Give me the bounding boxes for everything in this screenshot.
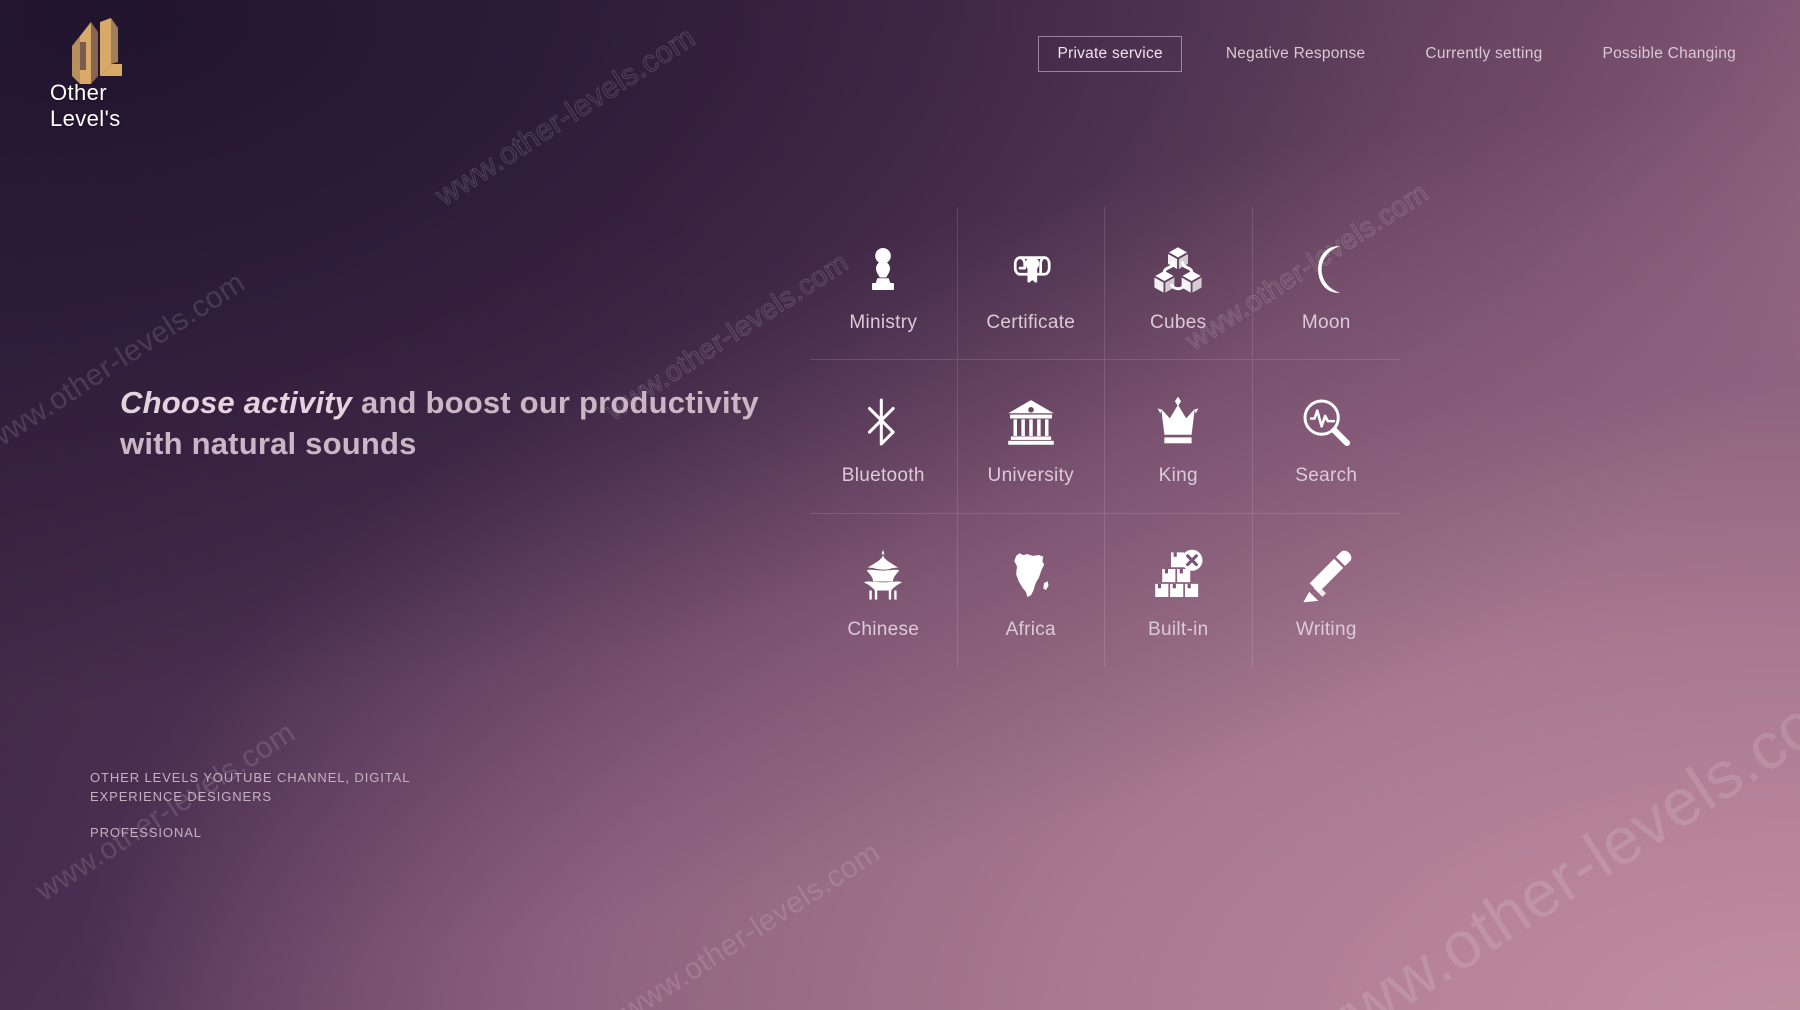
brand-logo[interactable]: Other Level's [50, 18, 240, 148]
pagoda-icon [846, 539, 920, 613]
activity-label: Ministry [849, 312, 918, 334]
activity-cell-university[interactable]: University [957, 360, 1105, 514]
nav-item-negative-response[interactable]: Negative Response [1196, 45, 1396, 63]
activity-cell-africa[interactable]: Africa [958, 513, 1105, 667]
classical-building-icon [994, 385, 1068, 459]
activity-label: Built-in [1148, 619, 1209, 641]
watermark-text: www.other-levels.com [615, 835, 887, 1010]
boxes-cross-icon [1141, 539, 1215, 613]
activity-cell-chinese[interactable]: Chinese [810, 513, 958, 667]
crescent-moon-icon [1289, 232, 1363, 306]
activity-cell-certificate[interactable]: Certificate [957, 207, 1105, 361]
activity-label: Search [1295, 465, 1358, 487]
crown-icon [1141, 385, 1215, 459]
cube-network-icon [1141, 232, 1215, 306]
activity-label: Moon [1301, 312, 1351, 334]
footer-line-2: EXPERIENCE DESIGNERS [90, 789, 272, 804]
activity-cell-king[interactable]: King [1105, 360, 1253, 514]
brand-name-line2: Level's [50, 106, 121, 131]
activity-cell-writing[interactable]: Writing [1253, 514, 1401, 667]
brand-name-line1: Other [50, 80, 108, 105]
watermark-text: www.other-levels.com [1290, 655, 1800, 1010]
top-navigation: Private service Negative Response Curren… [1038, 36, 1766, 72]
headline-accent: Choose activity [120, 385, 353, 420]
magnifier-waveform-icon [1289, 385, 1363, 459]
africa-map-icon [994, 539, 1068, 613]
activity-cell-moon[interactable]: Moon [1252, 207, 1400, 361]
activity-cell-ministry[interactable]: Ministry [810, 207, 958, 361]
bluetooth-icon [846, 385, 920, 459]
activity-label: University [987, 465, 1074, 487]
footer: OTHER LEVELS YOUTUBE CHANNEL, DIGITAL EX… [90, 768, 410, 842]
watermark-text: www.other-levels.com [429, 20, 702, 213]
activity-cell-bluetooth[interactable]: Bluetooth [810, 360, 958, 514]
activity-label: Writing [1295, 619, 1357, 641]
footer-line-3: PROFESSIONAL [90, 825, 202, 840]
chess-pawn-icon [846, 232, 920, 306]
nav-item-possible-changing[interactable]: Possible Changing [1572, 45, 1766, 63]
brand-name: Other Level's [50, 80, 121, 132]
nav-item-currently-setting[interactable]: Currently setting [1395, 45, 1572, 63]
page-title: Choose activity and boost our productivi… [120, 382, 760, 464]
activity-label: Africa [1005, 619, 1056, 641]
activity-grid: Ministry Certificate Cubes Moon Bluetoot… [810, 207, 1400, 667]
footer-line-1: OTHER LEVELS YOUTUBE CHANNEL, DIGITAL [90, 770, 411, 785]
activity-label: Cubes [1150, 312, 1207, 334]
diploma-scroll-icon [994, 232, 1068, 306]
pen-icon [1289, 539, 1363, 613]
activity-cell-built-in[interactable]: Built-in [1105, 513, 1253, 667]
activity-cell-cubes[interactable]: Cubes [1105, 207, 1253, 361]
activity-label: King [1158, 465, 1198, 487]
nav-item-private-service[interactable]: Private service [1038, 36, 1182, 72]
activity-label: Bluetooth [841, 465, 925, 487]
activity-label: Chinese [847, 619, 920, 641]
activity-label: Certificate [986, 312, 1076, 334]
activity-cell-search[interactable]: Search [1252, 360, 1400, 514]
